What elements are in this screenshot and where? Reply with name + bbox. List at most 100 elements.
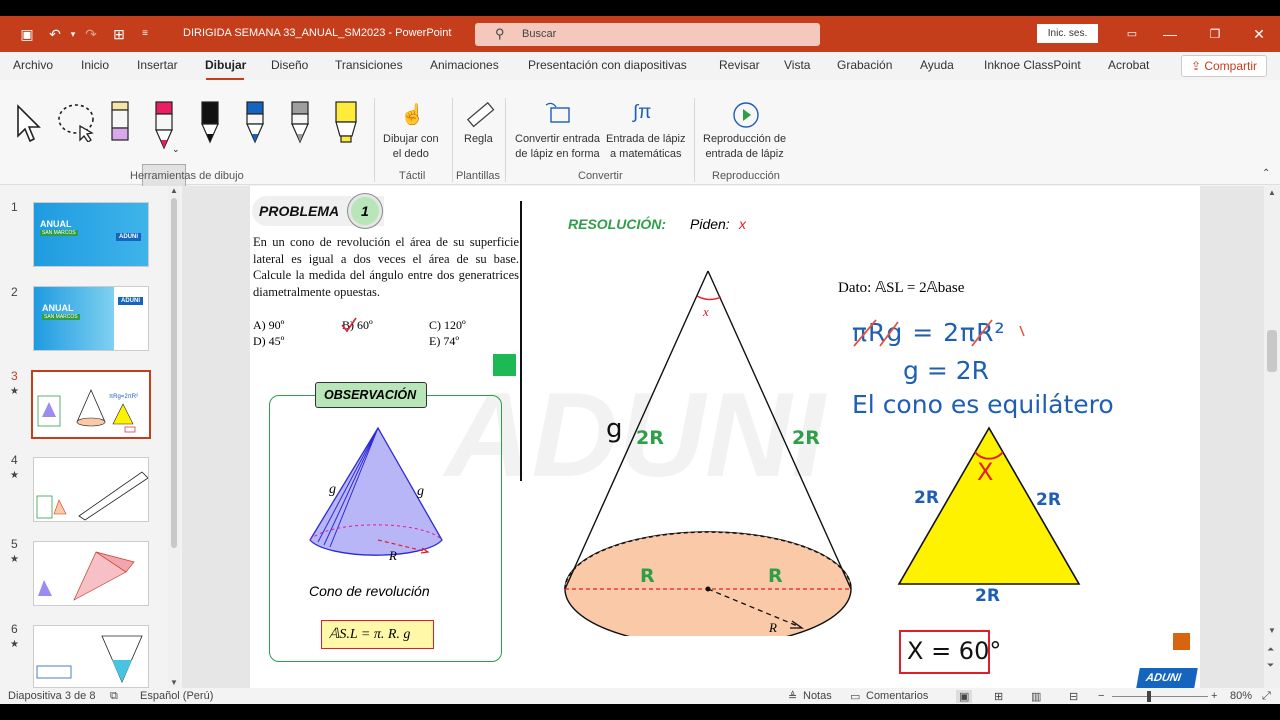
tab-classpoint[interactable]: Inknoe ClassPoint — [984, 58, 1081, 72]
accessibility-icon[interactable]: ⧉ — [110, 690, 118, 703]
ink-replay-button[interactable]: Reproducción de entrada de lápiz — [703, 132, 786, 162]
present-icon[interactable]: ⊞ — [110, 25, 128, 43]
tab-animaciones[interactable]: Animaciones — [430, 58, 499, 72]
scroll-down-icon[interactable]: ▼ — [170, 678, 178, 687]
animation-star-icon: ★ — [10, 639, 19, 650]
slide-thumbnail-1[interactable]: ANUAL SAN MARCOS ADUNI — [33, 202, 149, 267]
cone-caption: Cono de revolución — [309, 583, 430, 599]
minimize-icon[interactable]: — — [1160, 24, 1180, 44]
lasso-select-icon[interactable] — [56, 102, 100, 142]
thumb-preview — [36, 635, 143, 684]
tab-presentacion[interactable]: Presentación con diapositivas — [528, 58, 687, 72]
fit-slide-icon[interactable]: ⤢ — [1262, 690, 1271, 703]
triangle-angle-label: X — [977, 458, 994, 486]
close-icon[interactable]: ✕ — [1249, 24, 1269, 44]
group-label-convert: Convertir — [578, 170, 623, 182]
ribbon-separator — [374, 98, 375, 182]
gray-pen-icon[interactable] — [288, 100, 314, 146]
previous-slide-icon[interactable]: ⏶ — [1267, 644, 1274, 655]
zoom-in-icon[interactable]: + — [1211, 690, 1217, 702]
slide-thumbnail-4[interactable] — [33, 457, 149, 522]
zoom-out-icon[interactable]: − — [1098, 690, 1104, 702]
ribbon-display-icon[interactable]: ▭ — [1122, 24, 1142, 44]
share-button[interactable]: ⇪ Compartir — [1181, 55, 1267, 77]
undo-icon[interactable]: ↶ — [46, 25, 64, 43]
customize-qat-icon[interactable]: ≡ — [136, 25, 154, 43]
tab-vista[interactable]: Vista — [784, 58, 810, 72]
tab-transiciones[interactable]: Transiciones — [335, 58, 403, 72]
scroll-up-icon[interactable]: ▲ — [1268, 188, 1276, 197]
tab-inicio[interactable]: Inicio — [81, 58, 109, 72]
slide-thumbnail-5[interactable] — [33, 541, 149, 606]
brand-logo-text: ADUNI — [1144, 672, 1182, 684]
divider-line — [520, 201, 522, 481]
scroll-up-icon[interactable]: ▲ — [170, 186, 178, 195]
piden-label: Piden: — [690, 216, 730, 232]
slideshow-icon[interactable]: ⊟ — [1069, 690, 1078, 703]
search-placeholder: Buscar — [522, 28, 557, 40]
save-icon[interactable]: ▣ — [18, 25, 36, 43]
observation-badge: OBSERVACIÓN — [315, 382, 427, 408]
orange-marker — [1173, 633, 1190, 650]
cone-angle-label: x — [703, 304, 709, 319]
tab-dibujar[interactable]: Dibujar — [205, 58, 246, 72]
zoom-level[interactable]: 80% — [1230, 690, 1252, 702]
sign-in-button[interactable]: Inic. ses. — [1037, 24, 1098, 43]
language-indicator[interactable]: Español (Perú) — [140, 690, 213, 702]
document-title: DIRIGIDA SEMANA 33_ANUAL_SM2023 - PowerP… — [183, 27, 452, 39]
ink-to-shape-button[interactable]: Convertir entrada de lápiz en forma — [515, 132, 600, 162]
slide-sorter-icon[interactable]: ⊞ — [994, 690, 1003, 703]
cone-label-g: g — [606, 414, 623, 444]
handwritten-conclusion: El cono es equilátero — [852, 390, 1114, 419]
select-pointer-icon[interactable] — [14, 104, 44, 144]
slide-canvas[interactable]: ADUNI PROBLEMA 1 En un cono de revolució… — [250, 186, 1200, 691]
scroll-down-icon[interactable]: ▼ — [1268, 626, 1276, 635]
tab-archivo[interactable]: Archivo — [13, 58, 53, 72]
problem-number: 1 — [361, 203, 369, 219]
black-pen-icon[interactable] — [198, 100, 224, 146]
ruler-button[interactable]: Regla — [464, 132, 493, 147]
thumbnail-scrollbar[interactable]: ▲ ▼ — [168, 186, 180, 688]
obs-label-r: R — [389, 548, 397, 563]
undo-dropdown-icon[interactable]: ▾ — [64, 25, 82, 43]
pink-pen-icon[interactable]: ⌄ — [150, 100, 180, 154]
notes-button[interactable]: Notas — [803, 690, 832, 702]
pencil-icon[interactable] — [108, 100, 134, 146]
scroll-thumb[interactable] — [171, 198, 177, 548]
group-label-replay: Reproducción — [712, 170, 780, 182]
slide-thumbnail-3[interactable]: πRg=2πR² — [31, 370, 151, 439]
slide-thumbnail-2[interactable]: ANUAL SAN MARCOS ADUNI — [33, 286, 149, 351]
thumb-brand: ADUNI — [116, 233, 141, 241]
piden-variable: x — [739, 216, 746, 232]
option-b-checkmark-icon — [341, 317, 357, 333]
tab-diseno[interactable]: Diseño — [271, 58, 308, 72]
zoom-slider-track[interactable] — [1112, 696, 1208, 697]
tab-insertar[interactable]: Insertar — [137, 58, 178, 72]
reading-view-icon[interactable]: ▥ — [1031, 690, 1041, 703]
answer-text: X = 60° — [907, 637, 1002, 665]
obs-label-g-left: g — [329, 482, 336, 497]
blue-pen-icon[interactable] — [243, 100, 269, 146]
tab-revisar[interactable]: Revisar — [719, 58, 760, 72]
tab-ayuda[interactable]: Ayuda — [920, 58, 954, 72]
tab-grabacion[interactable]: Grabación — [837, 58, 892, 72]
comments-button[interactable]: Comentarios — [866, 690, 928, 702]
normal-view-icon[interactable]: ▣ — [956, 690, 973, 703]
formula-box: 𝔸S.L = π. R. g — [321, 620, 434, 649]
slide-thumbnail-6[interactable] — [33, 625, 149, 688]
draw-with-touch-button[interactable]: Dibujar con el dedo — [383, 132, 439, 162]
next-slide-icon[interactable]: ⏷ — [1267, 660, 1274, 671]
animation-star-icon: ★ — [10, 386, 19, 397]
ink-to-math-button[interactable]: Entrada de lápiz a matemáticas — [606, 132, 686, 162]
zoom-slider-thumb[interactable] — [1147, 691, 1151, 702]
collapse-ribbon-icon[interactable]: ⌃ — [1262, 168, 1270, 179]
scroll-thumb[interactable] — [1267, 330, 1277, 372]
redo-icon[interactable]: ↷ — [82, 25, 100, 43]
slide-counter: Diapositiva 3 de 8 — [8, 690, 96, 702]
highlighter-icon[interactable] — [332, 100, 360, 146]
restore-icon[interactable]: ❐ — [1205, 24, 1225, 44]
tab-acrobat[interactable]: Acrobat — [1108, 58, 1149, 72]
search-box[interactable]: ⚲ Buscar — [475, 23, 820, 46]
slide-scrollbar[interactable]: ▲ ▼ ⏶ ⏷ — [1264, 186, 1280, 688]
group-label-touch: Táctil — [399, 170, 426, 182]
